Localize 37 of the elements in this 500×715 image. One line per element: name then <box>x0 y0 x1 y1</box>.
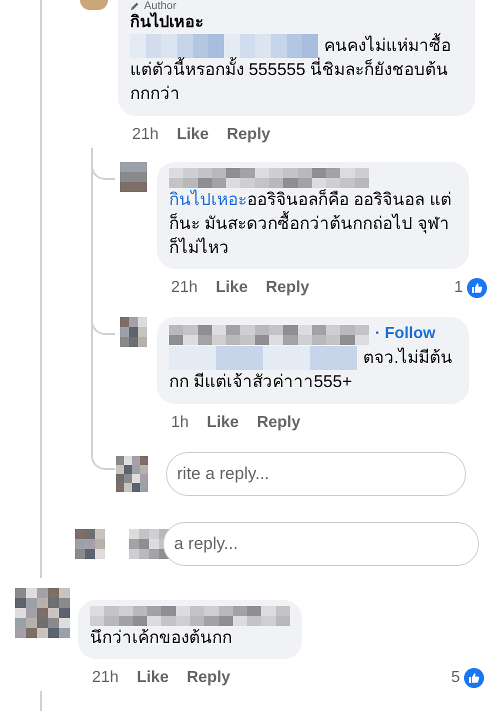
avatar <box>120 317 147 348</box>
avatar[interactable] <box>80 0 108 10</box>
comment-time: 21h <box>171 279 198 298</box>
reaction-count: 1 <box>454 279 463 298</box>
comment-text: กก มีแต่เจ้าสัวค่าาา555+ <box>169 370 354 393</box>
mention-link[interactable]: กินไปเหอะ <box>169 190 247 209</box>
reaction-count: 5 <box>451 669 460 688</box>
like-link[interactable]: Like <box>216 279 248 298</box>
reply-link[interactable]: Reply <box>256 414 300 432</box>
reply-field[interactable]: rite a reply... <box>166 452 466 496</box>
avatar <box>120 162 147 192</box>
like-icon <box>467 278 487 298</box>
comment-text: นึกว่าเค้กของต้นกก <box>90 626 233 649</box>
avatar <box>116 456 148 492</box>
like-icon <box>464 668 484 688</box>
like-link[interactable]: Like <box>136 669 169 688</box>
author-name[interactable]: กินไปเหอะ <box>130 12 204 34</box>
blurred-patch <box>129 528 169 559</box>
reply-field[interactable]: a reply... <box>163 522 479 566</box>
comment-text: คนคงไม่แห่มาซื้อ <box>324 34 451 58</box>
comment-text: ตจว.ไม่มีต้น <box>363 346 453 369</box>
like-link[interactable]: Like <box>176 126 209 144</box>
reply-link[interactable]: Reply <box>226 126 270 144</box>
comment-time: 1h <box>171 414 189 432</box>
comment-text: กินไปเหอะออริจินอลก็คือ ออริจินอล แต่ก็นะ มันสะดวกซื้อกว่าต้นกกถ่อไป จุฬาก็ไม่ไหว <box>169 188 452 259</box>
pencil-icon <box>130 1 140 11</box>
author-label: Author <box>144 0 176 12</box>
avatar <box>15 588 70 638</box>
like-link[interactable]: Like <box>206 414 239 432</box>
avatar <box>75 528 105 559</box>
follow-link[interactable]: · Follow <box>375 323 436 346</box>
comment-time: 21h <box>132 126 159 144</box>
reply-link[interactable]: Reply <box>266 279 310 298</box>
comment-text: แต่ตัวนี้หรอกมั้ง 555555 นี่ชิมละก็ยังชอบต้นกกกว่า <box>130 58 463 106</box>
reply-link[interactable]: Reply <box>186 669 230 688</box>
thread-connector <box>91 148 115 180</box>
comment-time: 21h <box>92 669 119 688</box>
